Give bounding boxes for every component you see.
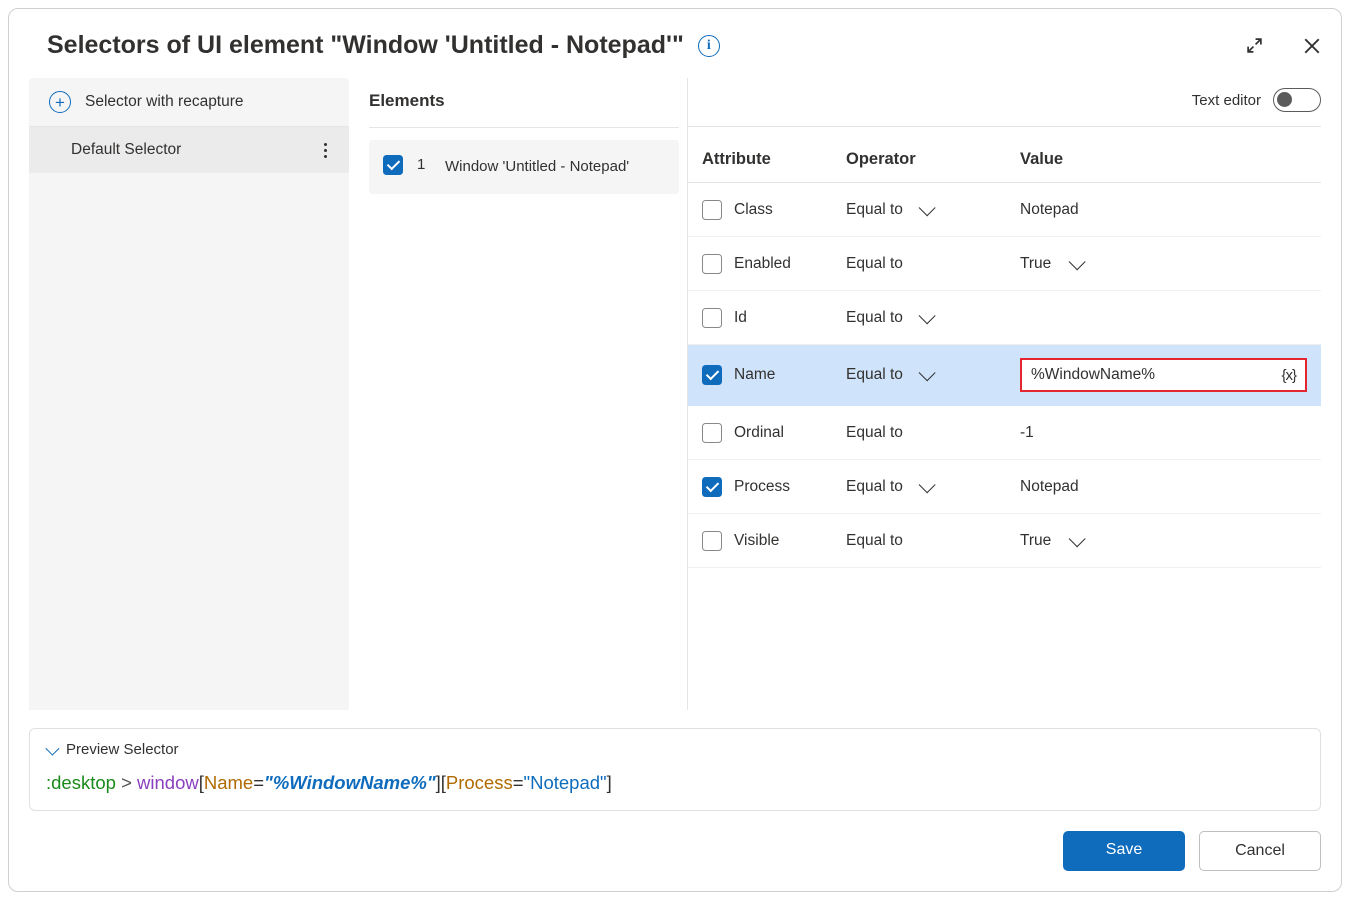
recapture-label: Selector with recapture (85, 93, 244, 111)
expand-icon[interactable] (1246, 37, 1263, 54)
chevron-down-icon (1069, 253, 1086, 270)
selector-preview-code: :desktop > window[Name="%WindowName%"][P… (46, 772, 1304, 794)
attribute-row[interactable]: Visible Equal to True (688, 514, 1321, 568)
value-cell[interactable]: -1 (1020, 424, 1307, 442)
attribute-name: Name (734, 366, 775, 384)
attribute-row[interactable]: Name Equal to %WindowName% {x} (688, 345, 1321, 406)
value-text: Notepad (1020, 478, 1079, 496)
value-cell[interactable]: True (1020, 255, 1307, 273)
preview-toggle[interactable]: Preview Selector (46, 741, 1304, 758)
attribute-name: Process (734, 478, 790, 496)
col-operator: Operator (846, 150, 1016, 169)
col-attribute: Attribute (702, 150, 842, 169)
element-checkbox[interactable] (383, 155, 403, 175)
operator-cell[interactable]: Equal to (846, 309, 1016, 327)
value-text: True (1020, 255, 1051, 273)
attribute-checkbox[interactable] (702, 477, 722, 497)
attribute-name: Visible (734, 532, 779, 550)
attribute-checkbox[interactable] (702, 423, 722, 443)
main-area: + Selector with recapture Default Select… (29, 78, 1321, 710)
selector-builder-dialog: Selectors of UI element "Window 'Untitle… (8, 8, 1342, 892)
variable-picker-icon[interactable]: {x} (1281, 367, 1296, 384)
attribute-name: Id (734, 309, 747, 327)
operator-cell: Equal to (846, 424, 1016, 442)
attribute-row[interactable]: Process Equal to Notepad (688, 460, 1321, 514)
value-text: -1 (1020, 424, 1034, 442)
operator-label: Equal to (846, 309, 903, 327)
element-row[interactable]: 1 Window 'Untitled - Notepad' (369, 140, 679, 194)
elements-header: Elements (369, 78, 679, 128)
value-cell[interactable]: Notepad (1020, 201, 1307, 219)
attribute-row[interactable]: Ordinal Equal to -1 (688, 406, 1321, 460)
attribute-checkbox[interactable] (702, 308, 722, 328)
operator-label: Equal to (846, 478, 903, 496)
close-icon[interactable] (1303, 37, 1321, 55)
attribute-table: Attribute Operator Value Class Equal to No… (688, 127, 1321, 568)
operator-cell[interactable]: Equal to (846, 201, 1016, 219)
attribute-name: Enabled (734, 255, 791, 273)
element-name: Window 'Untitled - Notepad' (445, 155, 629, 179)
chevron-down-icon (1069, 530, 1086, 547)
attribute-checkbox[interactable] (702, 365, 722, 385)
attributes-pane: Text editor Attribute Operator Value Cla… (687, 78, 1321, 710)
attribute-row[interactable]: Id Equal to (688, 291, 1321, 345)
operator-label: Equal to (846, 424, 903, 442)
titlebar: Selectors of UI element "Window 'Untitle… (29, 25, 1321, 78)
operator-cell: Equal to (846, 532, 1016, 550)
operator-label: Equal to (846, 532, 903, 550)
operator-label: Equal to (846, 201, 903, 219)
save-button[interactable]: Save (1063, 831, 1185, 871)
cancel-button[interactable]: Cancel (1199, 831, 1321, 871)
value-text: True (1020, 532, 1051, 550)
value-cell[interactable]: %WindowName% {x} (1020, 358, 1307, 392)
value-cell[interactable]: Notepad (1020, 478, 1307, 496)
info-icon[interactable]: i (698, 35, 720, 57)
text-editor-label: Text editor (1192, 92, 1261, 109)
chevron-down-icon (45, 741, 59, 755)
selector-list-item[interactable]: Default Selector (29, 127, 349, 173)
element-index: 1 (417, 155, 431, 173)
add-selector-recapture[interactable]: + Selector with recapture (29, 78, 349, 127)
preview-panel: Preview Selector :desktop > window[Name=… (29, 728, 1321, 811)
chevron-down-icon (919, 364, 936, 381)
operator-cell[interactable]: Equal to (846, 366, 1016, 384)
dialog-footer: Save Cancel (29, 831, 1321, 871)
col-value: Value (1020, 150, 1307, 169)
chevron-down-icon (919, 307, 936, 324)
elements-pane: Elements 1 Window 'Untitled - Notepad' (349, 78, 679, 710)
chevron-down-icon (919, 199, 936, 216)
attribute-row[interactable]: Enabled Equal to True (688, 237, 1321, 291)
value-text: Notepad (1020, 201, 1079, 219)
attribute-name: Class (734, 201, 773, 219)
operator-label: Equal to (846, 255, 903, 273)
value-cell[interactable]: True (1020, 532, 1307, 550)
attribute-name: Ordinal (734, 424, 784, 442)
attribute-checkbox[interactable] (702, 254, 722, 274)
operator-label: Equal to (846, 366, 903, 384)
attribute-checkbox[interactable] (702, 531, 722, 551)
text-editor-toggle[interactable] (1273, 88, 1321, 112)
attribute-row[interactable]: Class Equal to Notepad (688, 183, 1321, 237)
attribute-checkbox[interactable] (702, 200, 722, 220)
chevron-down-icon (919, 476, 936, 493)
selector-label: Default Selector (71, 141, 181, 159)
value-text: %WindowName% (1031, 366, 1155, 384)
operator-cell[interactable]: Equal to (846, 478, 1016, 496)
preview-label: Preview Selector (66, 741, 179, 758)
dialog-title: Selectors of UI element "Window 'Untitle… (47, 31, 684, 60)
selectors-pane: + Selector with recapture Default Select… (29, 78, 349, 710)
more-icon[interactable] (324, 143, 333, 158)
plus-icon: + (49, 91, 71, 113)
operator-cell: Equal to (846, 255, 1016, 273)
